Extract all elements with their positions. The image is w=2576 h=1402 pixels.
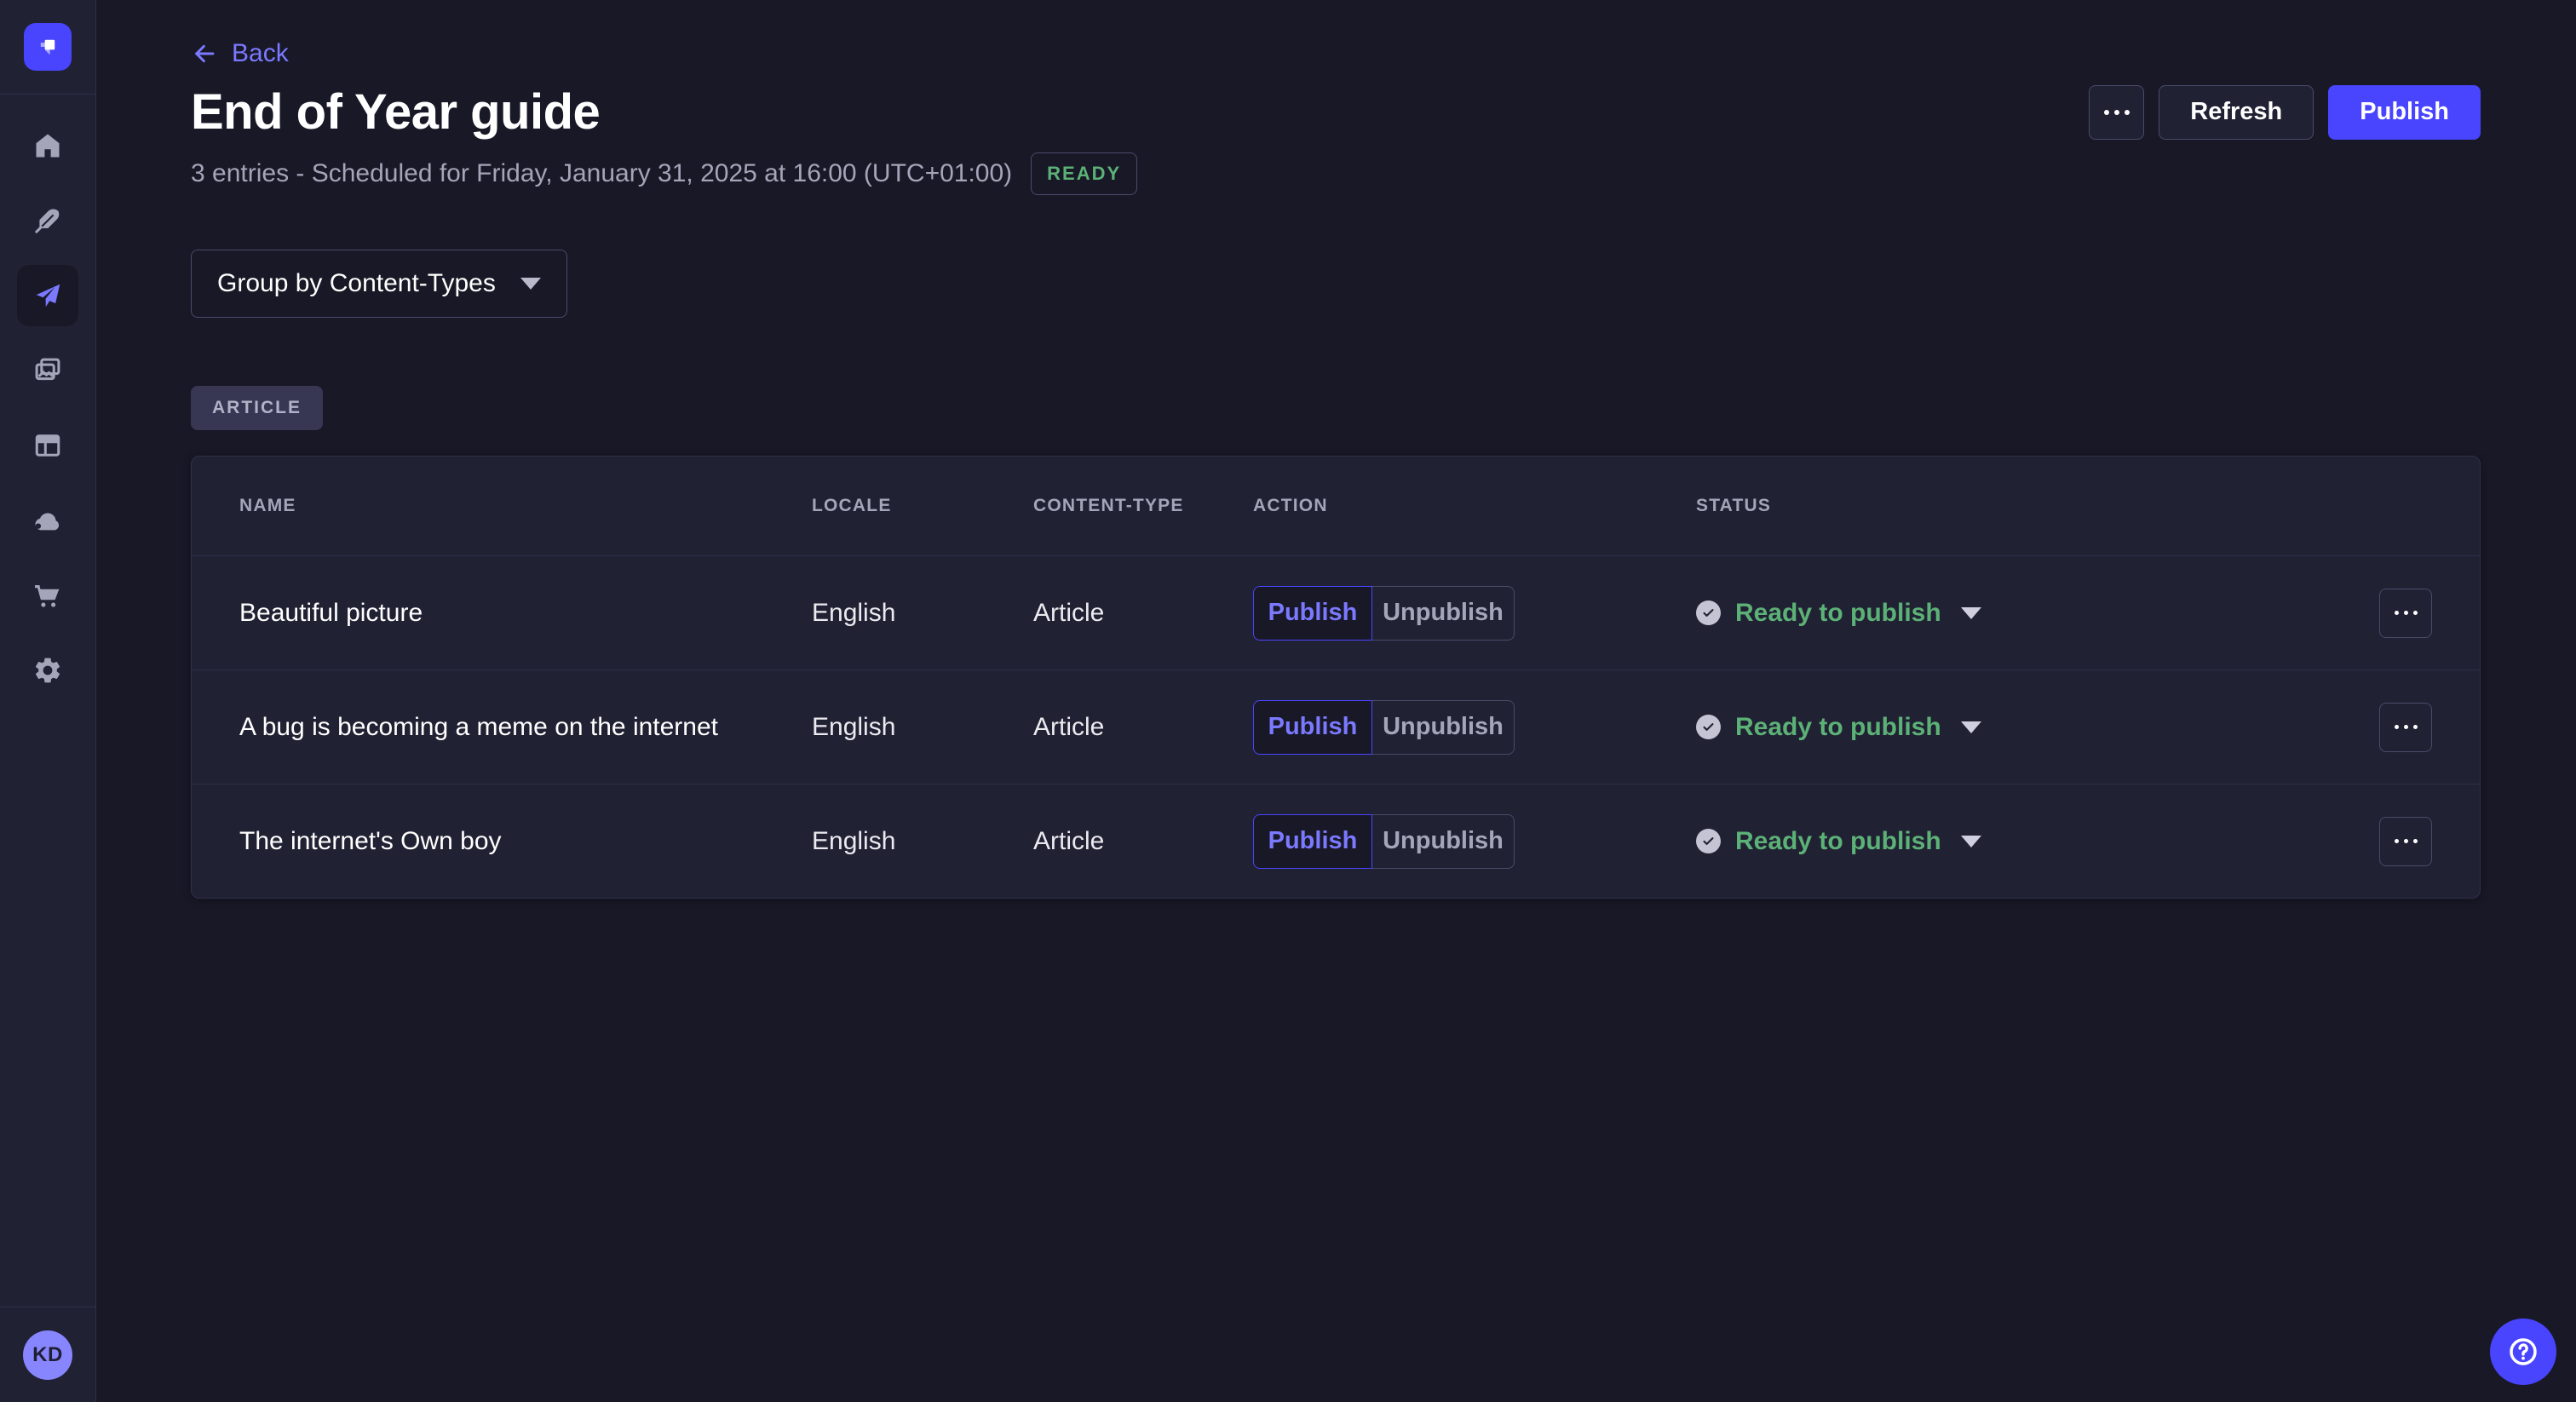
entry-locale: English [812, 599, 1033, 628]
entry-content-type: Article [1033, 599, 1253, 628]
row-publish-button[interactable]: Publish [1253, 700, 1372, 755]
cloud-icon [32, 505, 63, 536]
header-actions: Refresh Publish [2089, 85, 2481, 140]
entry-status[interactable]: Ready to publish [1696, 827, 2379, 856]
action-toggle: Publish Unpublish [1253, 700, 1696, 755]
refresh-button[interactable]: Refresh [2159, 85, 2314, 140]
sidebar-item-marketplace[interactable] [17, 565, 78, 626]
sidebar-item-content-type-builder[interactable] [17, 190, 78, 251]
sidebar: KD [0, 0, 96, 1402]
publish-release-button[interactable]: Publish [2328, 85, 2481, 140]
sidebar-item-cloud[interactable] [17, 490, 78, 551]
row-unpublish-button[interactable]: Unpublish [1371, 700, 1515, 755]
entry-status[interactable]: Ready to publish [1696, 713, 2379, 742]
sidebar-item-settings[interactable] [17, 640, 78, 701]
logo-container [0, 0, 95, 95]
release-more-button[interactable] [2089, 85, 2144, 140]
entry-name: The internet's Own boy [239, 827, 812, 856]
row-more-button[interactable] [2379, 703, 2432, 752]
entries-table: NAME LOCALE CONTENT-TYPE ACTION STATUS B… [191, 456, 2481, 899]
status-label: Ready to publish [1735, 713, 1941, 742]
sidebar-footer: KD [0, 1307, 95, 1402]
row-unpublish-button[interactable]: Unpublish [1371, 586, 1515, 641]
main-content: Back End of Year guide Refresh Publish 3… [96, 0, 2576, 1402]
check-circle-icon [1696, 715, 1721, 739]
status-label: Ready to publish [1735, 599, 1941, 628]
sidebar-nav [0, 95, 95, 701]
table-row: Beautiful picture English Article Publis… [192, 555, 2480, 669]
feather-icon [32, 205, 63, 236]
table-row: The internet's Own boy English Article P… [192, 784, 2480, 898]
arrow-left-icon [191, 40, 218, 67]
entry-name: Beautiful picture [239, 599, 812, 628]
entry-content-type: Article [1033, 713, 1253, 742]
column-header-name: NAME [239, 496, 812, 516]
page-title: End of Year guide [191, 83, 600, 141]
more-icon [2395, 839, 2418, 843]
sidebar-item-releases[interactable] [17, 265, 78, 326]
entry-status[interactable]: Ready to publish [1696, 599, 2379, 628]
check-circle-icon [1696, 600, 1721, 625]
content-type-group-badge: ARTICLE [191, 386, 323, 430]
media-library-icon [32, 355, 63, 386]
content-manager-icon [32, 430, 63, 461]
column-header-status: STATUS [1696, 496, 2379, 516]
cart-icon [32, 580, 63, 611]
strapi-logo[interactable] [24, 23, 72, 71]
sidebar-item-home[interactable] [17, 115, 78, 176]
row-publish-button[interactable]: Publish [1253, 586, 1372, 641]
sidebar-item-content-manager[interactable] [17, 415, 78, 476]
entry-locale: English [812, 827, 1033, 856]
column-header-content-type: CONTENT-TYPE [1033, 496, 1253, 516]
more-icon [2395, 611, 2418, 615]
column-header-action: ACTION [1253, 496, 1696, 516]
check-circle-icon [1696, 829, 1721, 853]
table-row: A bug is becoming a meme on the internet… [192, 669, 2480, 784]
home-icon [32, 130, 63, 161]
entry-name: A bug is becoming a meme on the internet [239, 713, 812, 742]
help-button[interactable] [2490, 1319, 2556, 1385]
release-status-badge: READY [1031, 152, 1137, 195]
row-more-button[interactable] [2379, 817, 2432, 866]
paper-plane-icon [32, 280, 63, 311]
status-label: Ready to publish [1735, 827, 1941, 856]
back-label: Back [232, 39, 289, 68]
more-icon [2104, 110, 2130, 115]
chevron-down-icon [1961, 836, 1981, 848]
strapi-logo-icon [33, 32, 62, 61]
chevron-down-icon [520, 278, 541, 290]
sidebar-item-media-library[interactable] [17, 340, 78, 401]
chevron-down-icon [1961, 607, 1981, 619]
column-header-locale: LOCALE [812, 496, 1033, 516]
action-toggle: Publish Unpublish [1253, 814, 1696, 869]
entry-locale: English [812, 713, 1033, 742]
user-avatar[interactable]: KD [23, 1330, 72, 1380]
row-more-button[interactable] [2379, 589, 2432, 638]
group-by-select[interactable]: Group by Content-Types [191, 250, 567, 318]
entry-content-type: Article [1033, 827, 1253, 856]
more-icon [2395, 725, 2418, 729]
table-header-row: NAME LOCALE CONTENT-TYPE ACTION STATUS [192, 457, 2480, 555]
row-publish-button[interactable]: Publish [1253, 814, 1372, 869]
release-subtitle: 3 entries - Scheduled for Friday, Januar… [191, 159, 1012, 188]
back-link[interactable]: Back [191, 39, 289, 68]
settings-gear-icon [32, 655, 63, 686]
action-toggle: Publish Unpublish [1253, 586, 1696, 641]
chevron-down-icon [1961, 721, 1981, 733]
group-by-value: Group by Content-Types [217, 269, 496, 298]
question-mark-icon [2506, 1335, 2540, 1369]
row-unpublish-button[interactable]: Unpublish [1371, 814, 1515, 869]
